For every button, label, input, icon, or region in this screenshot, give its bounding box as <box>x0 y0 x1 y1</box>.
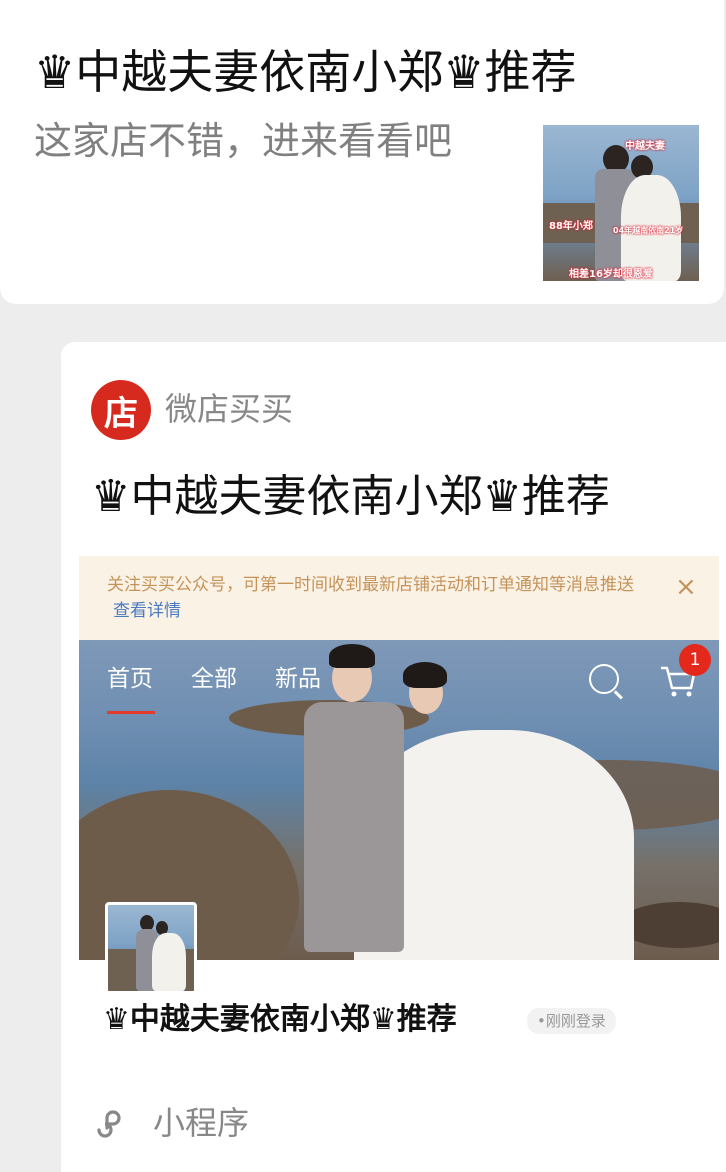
avatar-bride <box>152 933 186 991</box>
shop-status-badge: •刚刚登录 <box>527 1008 616 1034</box>
share-description: 这家店不错，进来看看吧 <box>34 119 453 163</box>
thumb-caption: 中越夫妻 <box>625 141 665 152</box>
shop-name: ♛中越夫妻依南小郑♛推荐 <box>103 1002 457 1037</box>
nav-tab-all: 全部 <box>191 666 237 692</box>
close-icon: × <box>675 572 697 602</box>
miniprogram-card[interactable]: 店 微店买买 ♛中越夫妻依南小郑♛推荐 关注买买公众号，可第一时间收到最新店铺活… <box>61 342 726 1172</box>
nav-tab-new: 新品 <box>275 666 321 692</box>
shop-avatar <box>105 902 197 994</box>
rock <box>619 902 719 948</box>
notice-banner: 关注买买公众号，可第一时间收到最新店铺活动和订单通知等消息推送查看详情 × <box>79 556 719 640</box>
share-card[interactable]: ♛中越夫妻依南小郑♛推荐 这家店不错，进来看看吧 中越夫妻 88年小郑 04年越… <box>0 0 724 304</box>
weidian-logo-icon: 店 <box>91 380 151 440</box>
miniprogram-title: ♛中越夫妻依南小郑♛推荐 <box>91 471 610 522</box>
notice-link: 查看详情 <box>113 601 181 621</box>
nav-active-indicator <box>107 711 155 714</box>
share-title: ♛中越夫妻依南小郑♛推荐 <box>34 45 577 99</box>
search-icon <box>589 664 619 694</box>
miniprogram-icon <box>97 1110 121 1138</box>
notice-message: 关注买买公众号，可第一时间收到最新店铺活动和订单通知等消息推送 <box>107 575 634 595</box>
miniprogram-label: 小程序 <box>153 1104 250 1142</box>
miniprogram-preview: 关注买买公众号，可第一时间收到最新店铺活动和订单通知等消息推送查看详情 × 首页… <box>79 556 719 1056</box>
cart-badge: 1 <box>679 644 711 676</box>
groom-suit <box>304 702 404 952</box>
thumb-caption: 04年越南依南21岁 <box>613 226 684 235</box>
nav-tab-home: 首页 <box>107 666 153 692</box>
notice-text: 关注买买公众号，可第一时间收到最新店铺活动和订单通知等消息推送查看详情 <box>107 572 647 624</box>
miniprogram-app-name: 微店买买 <box>165 390 294 428</box>
shop-nav-bar: 首页 全部 新品 1 <box>79 640 719 720</box>
thumb-caption: 88年小郑 <box>549 221 593 232</box>
share-thumbnail: 中越夫妻 88年小郑 04年越南依南21岁 相差16岁却很恩爱 <box>543 125 699 281</box>
thumb-caption: 相差16岁却很恩爱 <box>569 269 653 280</box>
